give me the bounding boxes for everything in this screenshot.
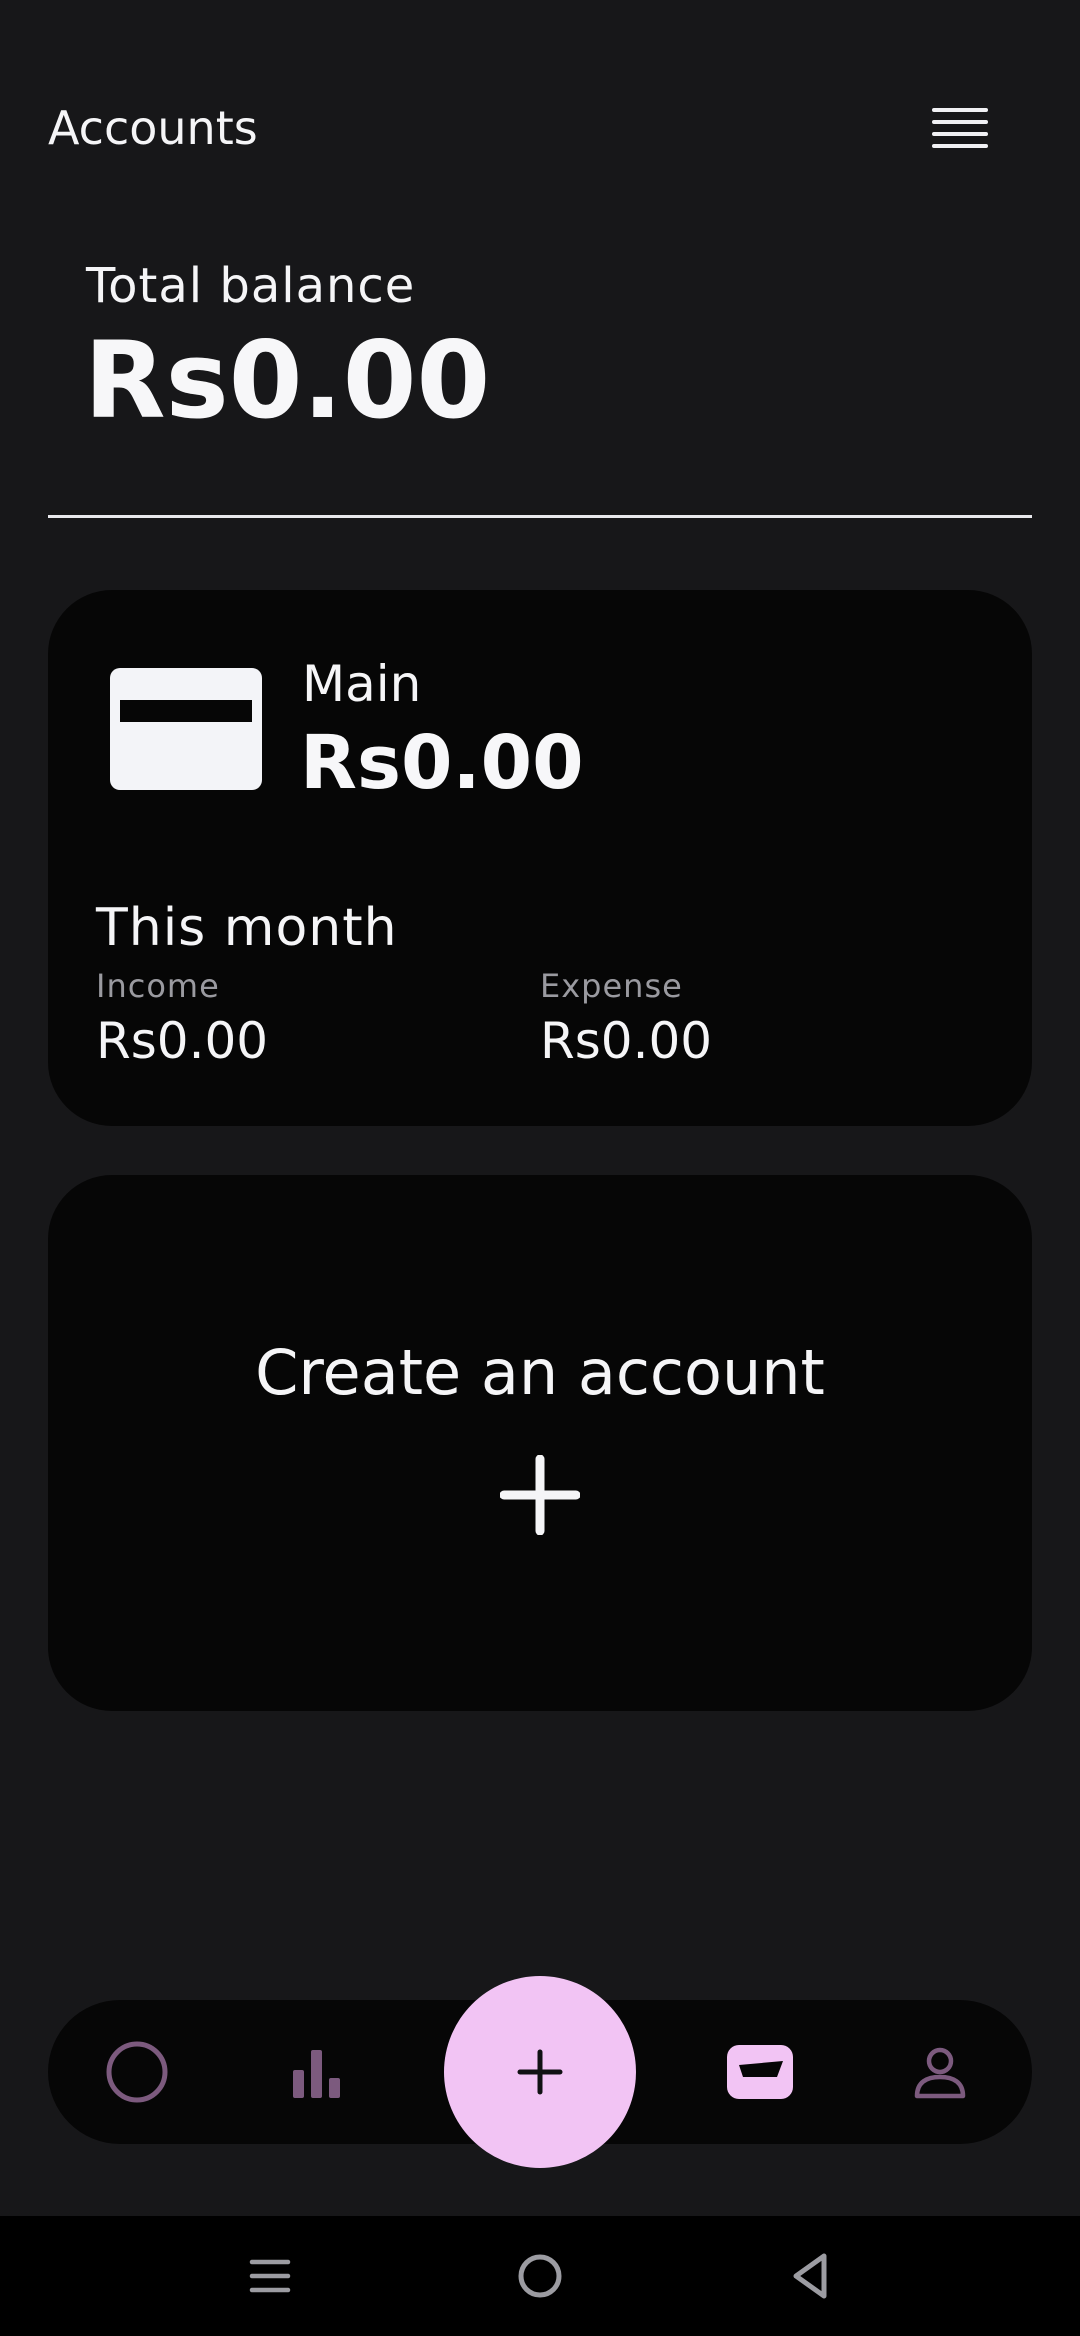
home-icon — [518, 2254, 562, 2298]
plus-icon — [500, 1455, 580, 1535]
account-card-main[interactable]: Main Rs0.00 This month Income Rs0.00 Exp… — [48, 590, 1032, 1126]
nav-home[interactable] — [77, 2000, 197, 2144]
page-title: Accounts — [48, 101, 258, 155]
add-transaction-button[interactable] — [444, 1976, 636, 2168]
home-button[interactable] — [480, 2216, 600, 2336]
this-month-title: This month — [96, 898, 398, 958]
back-icon — [793, 2253, 827, 2299]
menu-button[interactable] — [924, 96, 996, 160]
system-navigation-bar — [0, 2216, 1080, 2336]
credit-card-icon — [110, 668, 262, 790]
account-name: Main — [302, 655, 422, 713]
recents-icon — [249, 2259, 291, 2293]
total-balance-label: Total balance — [86, 258, 416, 314]
stats-bar-icon — [293, 2050, 340, 2098]
income-label: Income — [96, 967, 220, 1005]
create-account-card[interactable]: Create an account — [48, 1175, 1032, 1711]
recents-button[interactable] — [210, 2216, 330, 2336]
menu-icon — [932, 108, 988, 148]
nav-profile[interactable] — [880, 2000, 1000, 2144]
divider — [48, 515, 1032, 518]
back-button[interactable] — [750, 2216, 870, 2336]
income-value: Rs0.00 — [96, 1012, 269, 1070]
profile-icon — [914, 2047, 966, 2099]
wallet-icon — [727, 2045, 793, 2099]
nav-accounts[interactable] — [700, 2000, 820, 2144]
plus-icon — [517, 2049, 563, 2095]
total-balance-value: Rs0.00 — [84, 319, 491, 442]
home-circle-icon — [106, 2041, 168, 2103]
account-balance: Rs0.00 — [300, 720, 584, 806]
nav-stats[interactable] — [257, 2000, 377, 2144]
create-account-title: Create an account — [255, 1336, 825, 1409]
expense-label: Expense — [540, 967, 683, 1005]
expense-value: Rs0.00 — [540, 1012, 713, 1070]
